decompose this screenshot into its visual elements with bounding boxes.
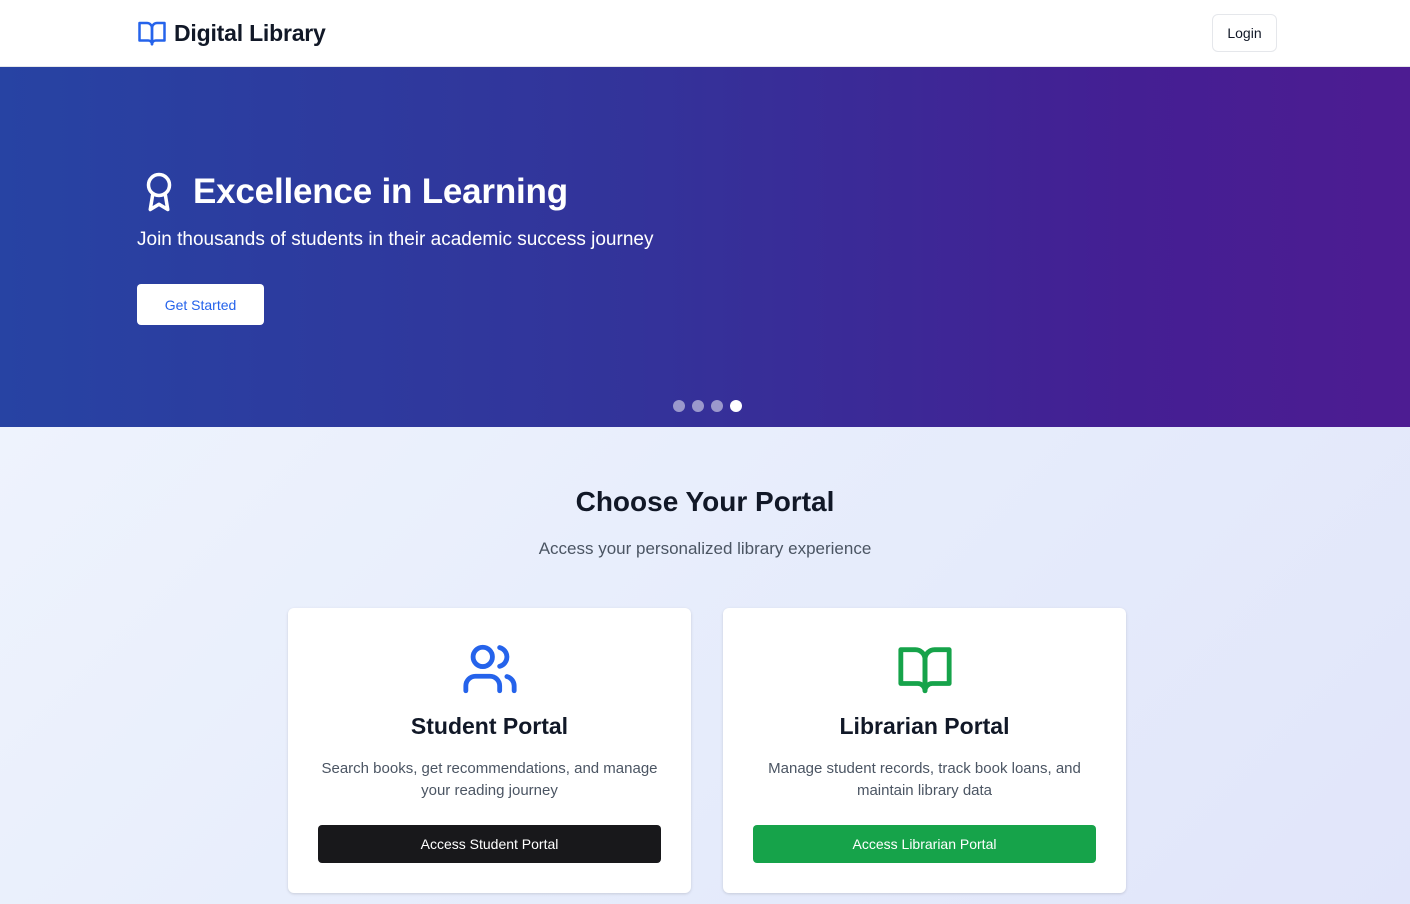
librarian-portal-card: Librarian Portal Manage student records,… bbox=[723, 608, 1126, 893]
login-button[interactable]: Login bbox=[1212, 14, 1277, 52]
book-open-icon bbox=[137, 18, 167, 48]
hero-subtitle: Join thousands of students in their acad… bbox=[137, 229, 654, 250]
student-portal-title: Student Portal bbox=[410, 713, 569, 739]
section-subtitle: Access your personalized library experie… bbox=[538, 539, 872, 558]
carousel-dot-1[interactable] bbox=[673, 400, 685, 412]
access-student-portal-button[interactable]: Access Student Portal bbox=[318, 825, 661, 863]
section-title: Choose Your Portal bbox=[575, 486, 835, 517]
brand-title: Digital Library bbox=[174, 19, 326, 46]
portal-section: Choose Your Portal Access your personali… bbox=[0, 427, 1410, 904]
librarian-portal-description: Manage student records, track book loans… bbox=[768, 760, 1081, 799]
student-portal-card: Student Portal Search books, get recomme… bbox=[288, 608, 691, 893]
users-icon bbox=[288, 640, 691, 698]
book-open-icon bbox=[723, 640, 1126, 698]
top-navbar: Digital Library Login bbox=[0, 0, 1410, 67]
carousel-dot-2[interactable] bbox=[692, 400, 704, 412]
librarian-portal-title: Librarian Portal bbox=[839, 713, 1010, 739]
access-librarian-portal-button[interactable]: Access Librarian Portal bbox=[753, 825, 1096, 863]
hero-carousel: Excellence in Learning Join thousands of… bbox=[0, 67, 1410, 427]
student-portal-description: Search books, get recommendations, and m… bbox=[321, 760, 658, 799]
carousel-dot-4-active[interactable] bbox=[730, 400, 742, 412]
hero-title: Excellence in Learning bbox=[193, 172, 568, 211]
award-icon bbox=[137, 169, 181, 215]
carousel-indicators bbox=[673, 400, 742, 412]
carousel-dot-3[interactable] bbox=[711, 400, 723, 412]
hero-title-row: Excellence in Learning bbox=[137, 167, 568, 217]
get-started-button[interactable]: Get Started bbox=[137, 284, 264, 325]
brand[interactable]: Digital Library bbox=[137, 17, 326, 49]
